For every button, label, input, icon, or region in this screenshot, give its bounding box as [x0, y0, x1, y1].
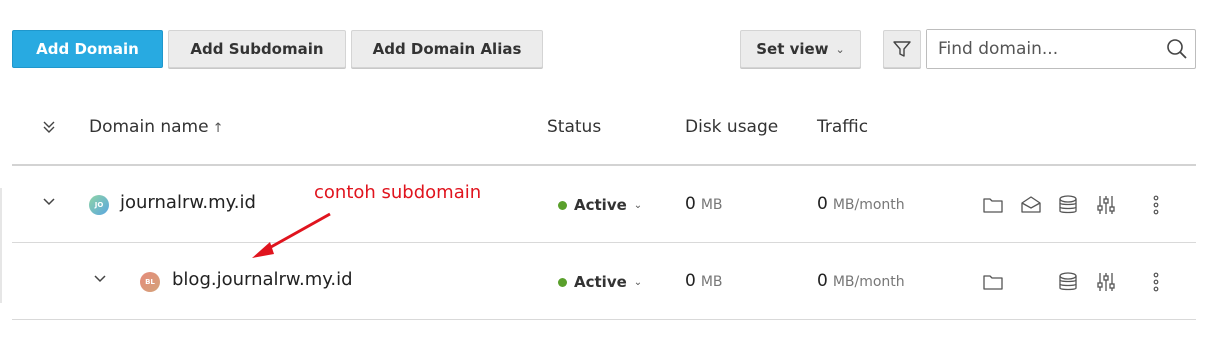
disk-usage-unit: MB	[700, 274, 723, 290]
chevron-down-icon: ⌄	[633, 199, 643, 211]
domain-name-link[interactable]: blog.journalrw.my.id	[172, 269, 353, 290]
search-input[interactable]	[927, 30, 1157, 68]
chevron-down-icon[interactable]	[41, 194, 57, 210]
traffic-unit: MB/month	[832, 197, 905, 213]
disk-usage-unit: MB	[700, 197, 723, 213]
column-domain-name[interactable]: Domain name ↑	[89, 117, 224, 137]
traffic-unit: MB/month	[832, 274, 905, 290]
folder-icon[interactable]	[982, 194, 1004, 216]
search-icon[interactable]	[1165, 37, 1189, 66]
set-view-label: Set view	[756, 40, 829, 58]
column-domain-name-label: Domain name	[89, 117, 209, 137]
database-icon[interactable]	[1057, 271, 1079, 293]
status-dropdown[interactable]: Active ⌄	[558, 196, 642, 214]
more-options-icon[interactable]	[1145, 194, 1167, 216]
table-header: Domain name ↑ Status Disk usage Traffic	[12, 100, 1196, 166]
table-row: JO journalrw.my.id Active ⌄ 0 MB 0 MB/mont…	[12, 166, 1196, 243]
search-box	[926, 29, 1196, 69]
row-group-indicator	[0, 188, 2, 303]
status-dot-icon	[558, 277, 567, 287]
add-domain-button[interactable]: Add Domain	[12, 30, 163, 68]
folder-icon[interactable]	[982, 271, 1004, 293]
traffic-value: 0 MB/month	[817, 271, 905, 291]
chevron-down-icon: ⌄	[835, 42, 845, 56]
domain-name-link[interactable]: journalrw.my.id	[120, 192, 256, 213]
expand-all-icon[interactable]	[42, 119, 56, 139]
traffic-number: 0	[817, 194, 828, 214]
status-dropdown[interactable]: Active ⌄	[558, 273, 642, 291]
mail-icon[interactable]	[1020, 194, 1042, 216]
domain-favicon: BL	[140, 272, 160, 292]
set-view-button[interactable]: Set view ⌄	[740, 30, 861, 68]
filter-icon	[893, 41, 911, 57]
sort-asc-icon: ↑	[212, 121, 224, 136]
chevron-down-icon: ⌄	[633, 276, 643, 288]
column-disk-usage[interactable]: Disk usage	[685, 117, 778, 137]
table-row: BL blog.journalrw.my.id Active ⌄ 0 MB 0 MB…	[12, 243, 1196, 320]
filter-button[interactable]	[883, 30, 921, 68]
disk-usage-value: 0 MB	[685, 194, 723, 214]
column-traffic[interactable]: Traffic	[817, 117, 868, 137]
disk-usage-number: 0	[685, 271, 696, 291]
annotation-text: contoh subdomain	[314, 182, 482, 203]
column-status[interactable]: Status	[547, 117, 601, 137]
status-label: Active	[574, 196, 627, 214]
more-options-icon[interactable]	[1145, 271, 1167, 293]
traffic-value: 0 MB/month	[817, 194, 905, 214]
settings-sliders-icon[interactable]	[1095, 194, 1117, 216]
disk-usage-value: 0 MB	[685, 271, 723, 291]
database-icon[interactable]	[1057, 194, 1079, 216]
status-label: Active	[574, 273, 627, 291]
add-subdomain-button[interactable]: Add Subdomain	[168, 30, 346, 68]
chevron-down-icon[interactable]	[92, 271, 108, 287]
status-dot-icon	[558, 200, 567, 210]
add-domain-alias-button[interactable]: Add Domain Alias	[351, 30, 543, 68]
settings-sliders-icon[interactable]	[1095, 271, 1117, 293]
traffic-number: 0	[817, 271, 828, 291]
domain-favicon: JO	[89, 195, 109, 215]
annotation-arrow-icon	[252, 212, 331, 258]
disk-usage-number: 0	[685, 194, 696, 214]
